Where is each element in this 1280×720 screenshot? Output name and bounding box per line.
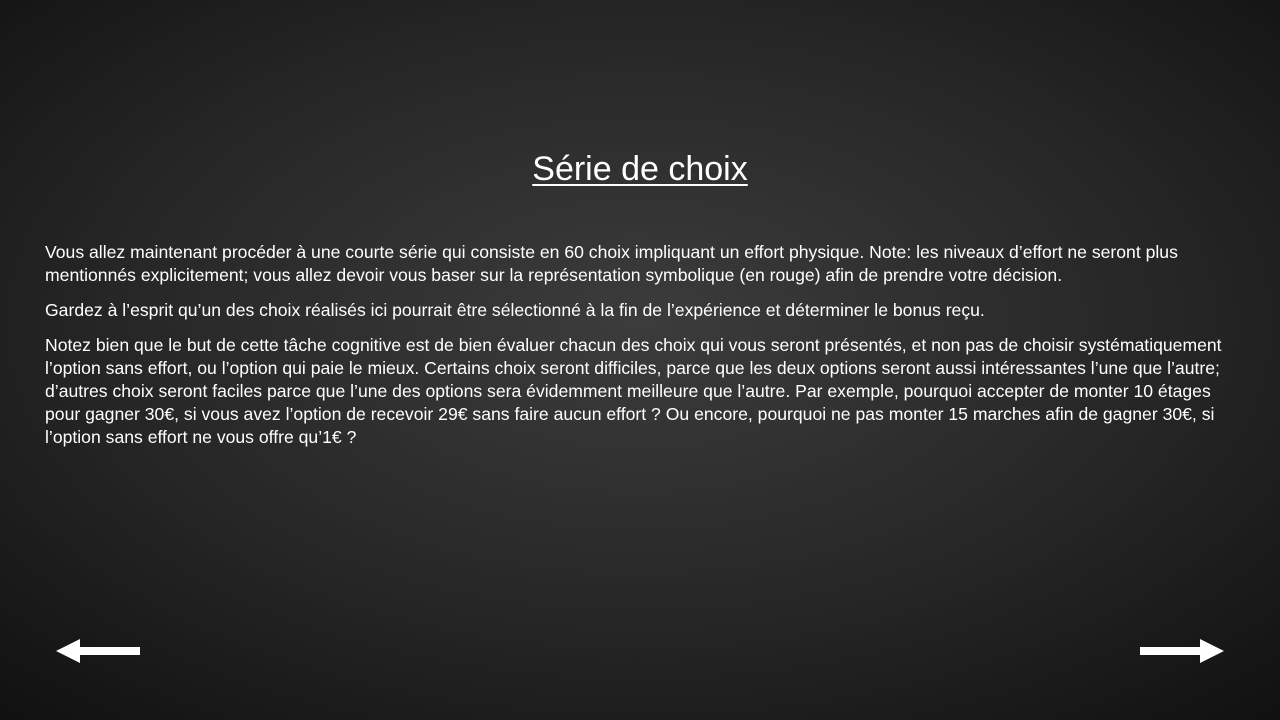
previous-button[interactable] [54,636,144,666]
next-button[interactable] [1136,636,1226,666]
arrow-left-icon [56,639,140,663]
instructions-body: Vous allez maintenant procéder à une cou… [45,241,1235,461]
instruction-paragraph-1: Vous allez maintenant procéder à une cou… [45,242,1178,285]
instruction-paragraph-2: Gardez à l’esprit qu’un des choix réalis… [45,300,985,320]
arrow-right-icon [1140,639,1224,663]
slide-title: Série de choix [532,150,748,188]
instruction-paragraph-3: Notez bien que le but de cette tâche cog… [45,335,1222,447]
